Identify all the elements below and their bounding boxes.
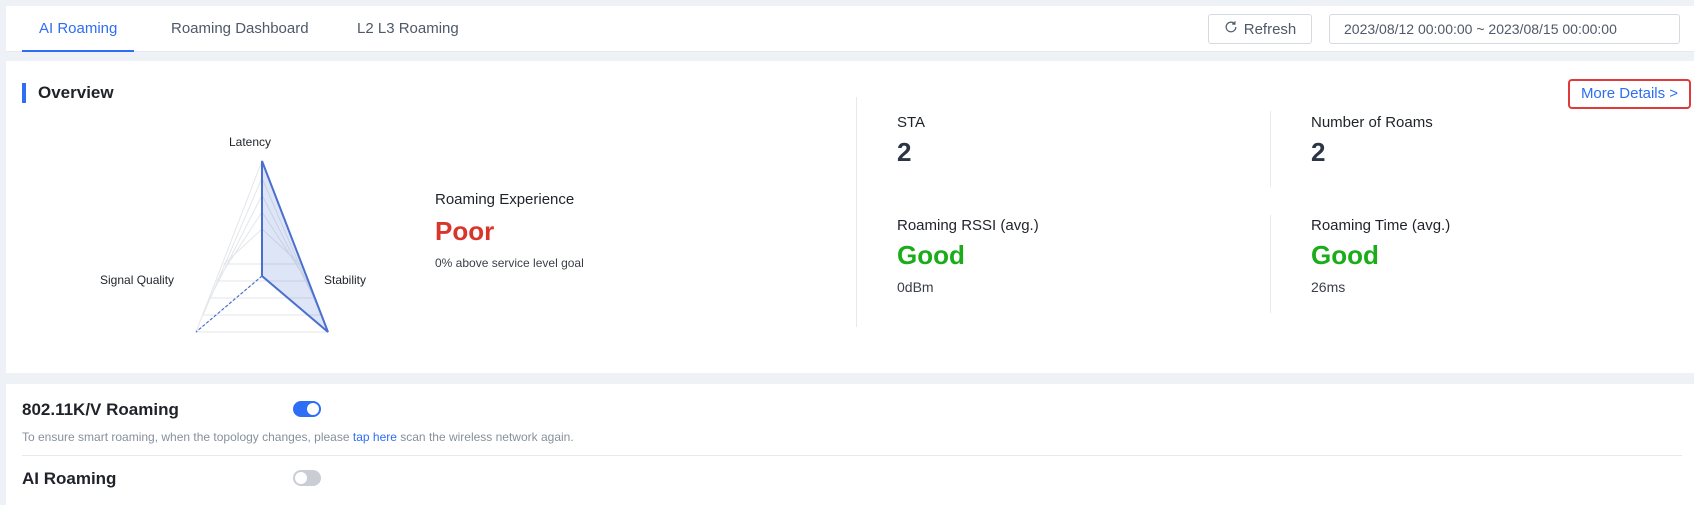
ai-roaming-title: AI Roaming xyxy=(22,469,117,488)
sta-value: 2 xyxy=(897,137,912,167)
roaming-experience-value: Poor xyxy=(435,216,495,246)
radar-label-latency: Latency xyxy=(229,135,272,149)
number-of-roams-value: 2 xyxy=(1311,137,1326,167)
toggle-knob xyxy=(295,472,307,484)
radar-label-stability: Stability xyxy=(324,273,367,287)
roaming-radar-chart xyxy=(195,159,329,333)
roaming-rssi-value: Good xyxy=(897,240,965,270)
roaming-experience-label: Roaming Experience xyxy=(435,191,575,208)
tab-ai-roaming[interactable]: AI Roaming xyxy=(21,6,135,52)
tab-l2-l3-roaming[interactable]: L2 L3 Roaming xyxy=(357,6,459,52)
roaming-time-sub: 26ms xyxy=(1311,279,1346,295)
roaming-rssi-sub: 0dBm xyxy=(897,279,934,295)
kv-roaming-title: 802.11K/V Roaming xyxy=(22,400,179,419)
toggle-knob xyxy=(307,403,319,415)
roaming-rssi-label: Roaming RSSI (avg.) xyxy=(897,217,1039,234)
refresh-icon xyxy=(1224,20,1238,38)
overview-panel: Overview More Details > Latency Signal Q… xyxy=(6,61,1694,373)
date-range-picker[interactable]: 2023/08/12 00:00:00 ~ 2023/08/15 00:00:0… xyxy=(1329,14,1680,44)
roaming-experience-note: 0% above service level goal xyxy=(435,256,584,270)
roaming-settings-panel: 802.11K/V Roaming To ensure smart roamin… xyxy=(6,384,1694,505)
refresh-label: Refresh xyxy=(1243,20,1297,38)
kv-roaming-toggle[interactable] xyxy=(293,401,321,417)
roaming-time-label: Roaming Time (avg.) xyxy=(1311,217,1451,234)
kv-desc-before: To ensure smart roaming, when the topolo… xyxy=(22,430,353,444)
tap-here-link[interactable]: tap here xyxy=(353,430,397,444)
number-of-roams-label: Number of Roams xyxy=(1311,114,1433,131)
more-details-link[interactable]: More Details > xyxy=(1568,79,1691,109)
kv-roaming-description: To ensure smart roaming, when the topolo… xyxy=(22,430,574,444)
radar-area xyxy=(261,160,329,333)
roaming-time-value: Good xyxy=(1311,240,1379,270)
settings-divider xyxy=(22,455,1682,456)
ai-roaming-toggle[interactable] xyxy=(293,470,321,486)
metrics-divider xyxy=(856,97,857,327)
metrics-divider-top xyxy=(1270,111,1271,187)
kv-desc-after: scan the wireless network again. xyxy=(396,430,574,444)
refresh-button[interactable]: Refresh xyxy=(1208,14,1312,44)
overview-title: Overview xyxy=(22,83,114,103)
radar-label-signal-quality: Signal Quality xyxy=(100,273,175,287)
top-bar: AI Roaming Roaming Dashboard L2 L3 Roami… xyxy=(6,6,1694,52)
sta-label: STA xyxy=(897,114,926,131)
tab-roaming-dashboard[interactable]: Roaming Dashboard xyxy=(171,6,309,52)
metrics-divider-bottom xyxy=(1270,215,1271,313)
